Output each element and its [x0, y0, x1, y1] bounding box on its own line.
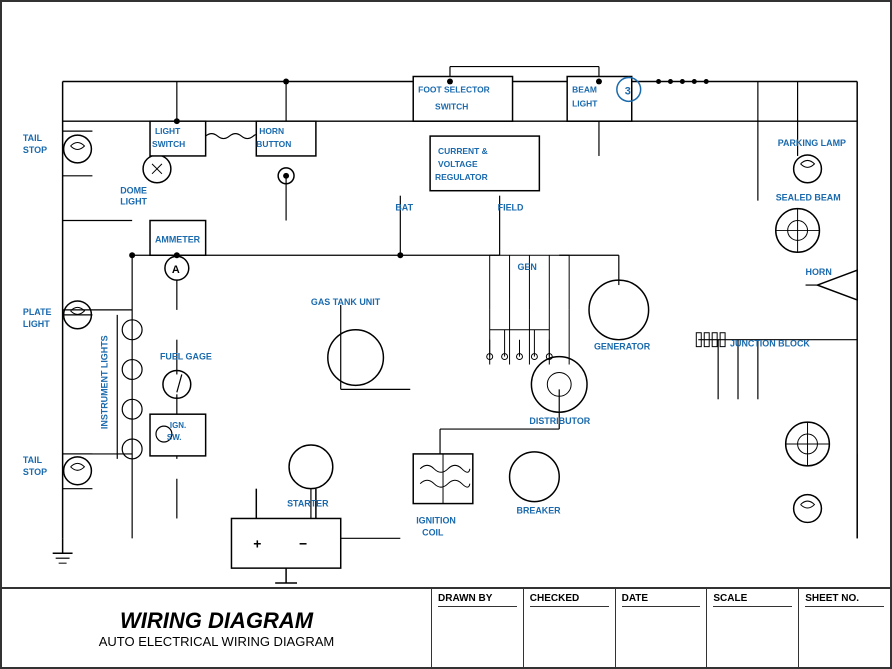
svg-text:LIGHT: LIGHT: [120, 197, 147, 207]
svg-text:REGULATOR: REGULATOR: [435, 172, 488, 182]
svg-text:AMMETER: AMMETER: [155, 234, 201, 244]
svg-text:SW.: SW.: [167, 433, 182, 442]
checked-label: CHECKED: [530, 593, 609, 607]
svg-text:GENERATOR: GENERATOR: [594, 342, 651, 352]
svg-text:TAIL: TAIL: [23, 455, 43, 465]
diagram-subtitle: AUTO ELECTRICAL WIRING DIAGRAM: [99, 634, 334, 649]
sheet-no-label: SHEET NO.: [805, 593, 884, 607]
svg-text:JUNCTION BLOCK: JUNCTION BLOCK: [730, 339, 810, 349]
svg-text:LIGHT: LIGHT: [572, 98, 598, 108]
svg-text:STOP: STOP: [23, 467, 47, 477]
svg-text:BEAM: BEAM: [572, 84, 597, 94]
svg-text:GEN: GEN: [518, 262, 537, 272]
svg-text:IGNITION: IGNITION: [416, 515, 456, 525]
svg-text:HORN: HORN: [806, 267, 832, 277]
svg-text:−: −: [299, 535, 307, 551]
svg-text:TAIL: TAIL: [23, 133, 43, 143]
svg-text:3: 3: [625, 85, 631, 97]
svg-text:LIGHT: LIGHT: [23, 319, 50, 329]
svg-text:IGN.: IGN.: [170, 421, 186, 430]
svg-text:STOP: STOP: [23, 145, 47, 155]
svg-text:PARKING LAMP: PARKING LAMP: [778, 138, 846, 148]
svg-text:PLATE: PLATE: [23, 307, 52, 317]
scale-field: SCALE: [707, 589, 799, 667]
svg-text:A: A: [172, 264, 180, 276]
title-fields: DRAWN BY CHECKED DATE SCALE SHEET NO.: [432, 589, 890, 667]
svg-text:HORN: HORN: [259, 126, 284, 136]
scale-label: SCALE: [713, 593, 792, 607]
drawn-by-field: DRAWN BY: [432, 589, 524, 667]
svg-text:DISTRIBUTOR: DISTRIBUTOR: [529, 416, 590, 426]
svg-text:+: +: [253, 535, 261, 551]
svg-text:LIGHT: LIGHT: [155, 126, 181, 136]
svg-text:FUEL GAGE: FUEL GAGE: [160, 352, 212, 362]
svg-text:SWITCH: SWITCH: [435, 101, 468, 111]
date-field: DATE: [616, 589, 708, 667]
svg-text:FIELD: FIELD: [498, 203, 524, 213]
svg-text:BAT: BAT: [395, 203, 413, 213]
svg-text:BUTTON: BUTTON: [256, 139, 291, 149]
svg-text:SWITCH: SWITCH: [152, 139, 185, 149]
drawn-by-label: DRAWN BY: [438, 593, 517, 607]
title-main: WIRING DIAGRAM AUTO ELECTRICAL WIRING DI…: [2, 589, 432, 667]
checked-field: CHECKED: [524, 589, 616, 667]
diagram-area: TAIL STOP DOME LIGHT LIGHT SWITCH HORN B…: [2, 2, 890, 587]
wiring-svg: TAIL STOP DOME LIGHT LIGHT SWITCH HORN B…: [2, 2, 890, 587]
main-container: TAIL STOP DOME LIGHT LIGHT SWITCH HORN B…: [0, 0, 892, 669]
date-label: DATE: [622, 593, 701, 607]
svg-text:GAS TANK UNIT: GAS TANK UNIT: [311, 297, 381, 307]
svg-text:SEALED BEAM: SEALED BEAM: [776, 193, 841, 203]
svg-text:INSTRUMENT LIGHTS: INSTRUMENT LIGHTS: [99, 335, 109, 429]
diagram-title: WIRING DIAGRAM: [120, 608, 313, 634]
svg-text:DOME: DOME: [120, 186, 147, 196]
svg-text:BREAKER: BREAKER: [517, 506, 562, 516]
title-bar: WIRING DIAGRAM AUTO ELECTRICAL WIRING DI…: [2, 587, 890, 667]
svg-text:FOOT SELECTOR: FOOT SELECTOR: [418, 84, 490, 94]
svg-text:STARTER: STARTER: [287, 499, 329, 509]
svg-text:COIL: COIL: [422, 527, 444, 537]
sheet-no-field: SHEET NO.: [799, 589, 890, 667]
svg-text:VOLTAGE: VOLTAGE: [438, 159, 478, 169]
svg-text:CURRENT &: CURRENT &: [438, 146, 488, 156]
